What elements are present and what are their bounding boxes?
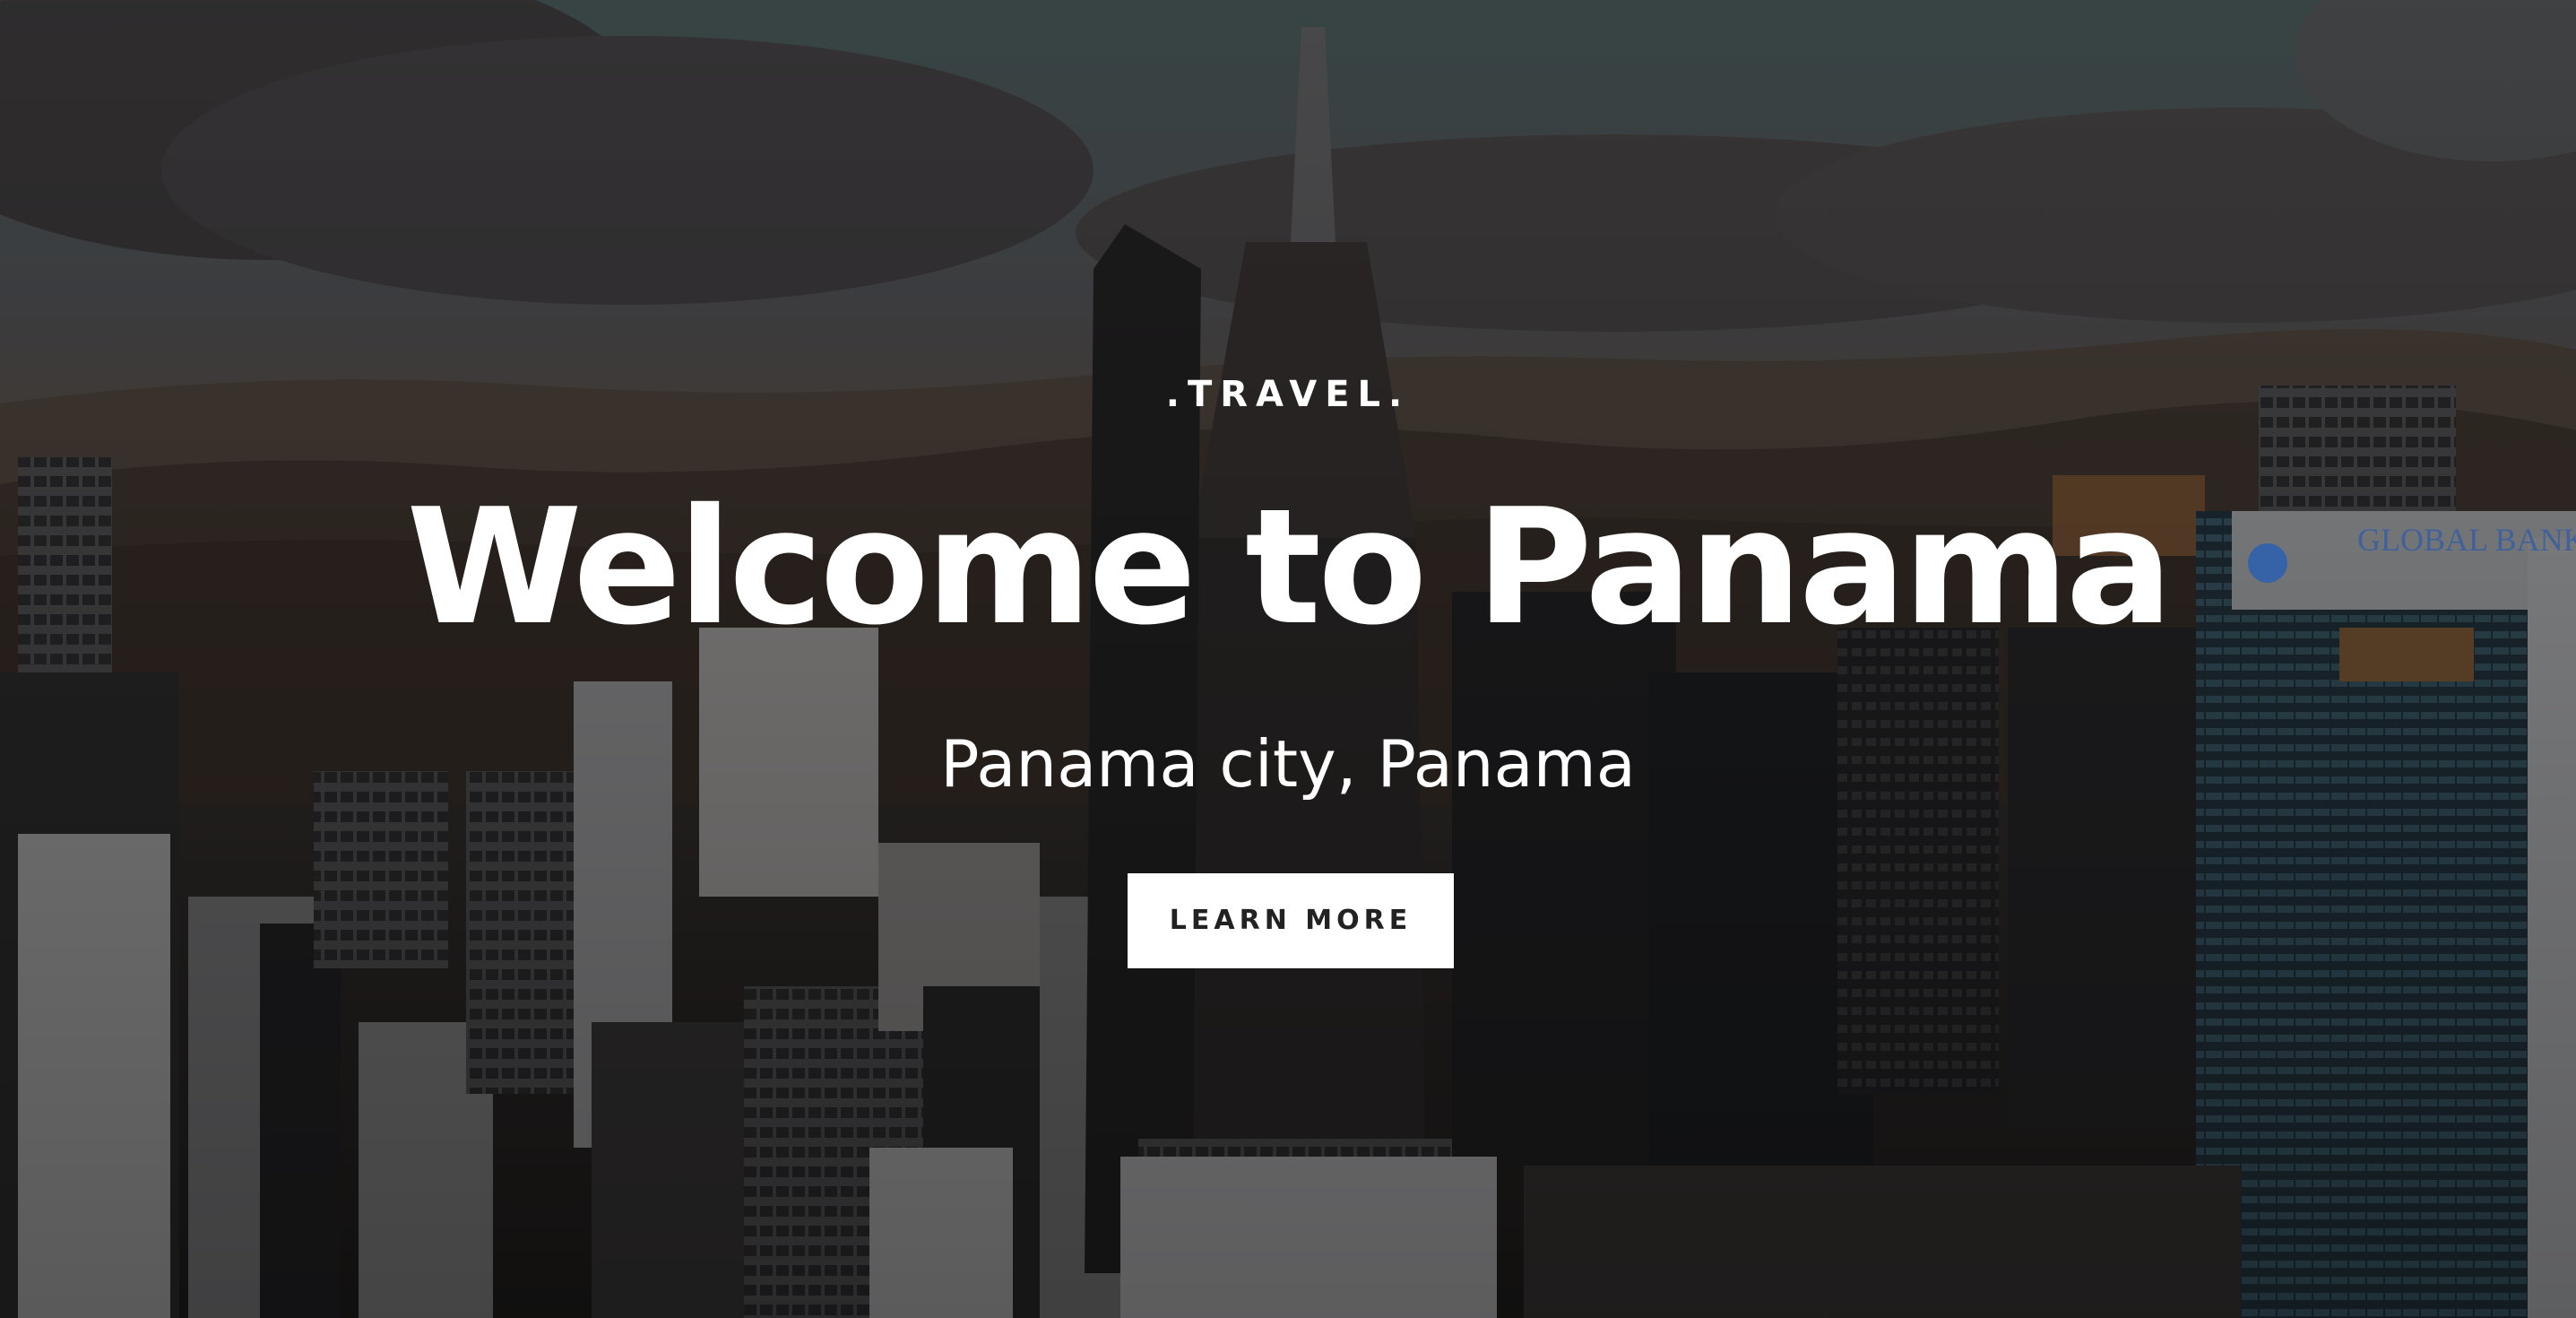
hero-section: GLOBAL BANK .TRAVEL. Welcome to Panama P… <box>0 0 2576 1318</box>
hero-subtitle: Panama city, Panama <box>940 726 1636 802</box>
hero-content: .TRAVEL. Welcome to Panama Panama city, … <box>0 0 2576 1318</box>
hero-title: Welcome to Panama <box>406 474 2173 660</box>
hero-eyebrow: .TRAVEL. <box>1165 374 1411 415</box>
learn-more-button[interactable]: LEARN MORE <box>1128 873 1454 968</box>
